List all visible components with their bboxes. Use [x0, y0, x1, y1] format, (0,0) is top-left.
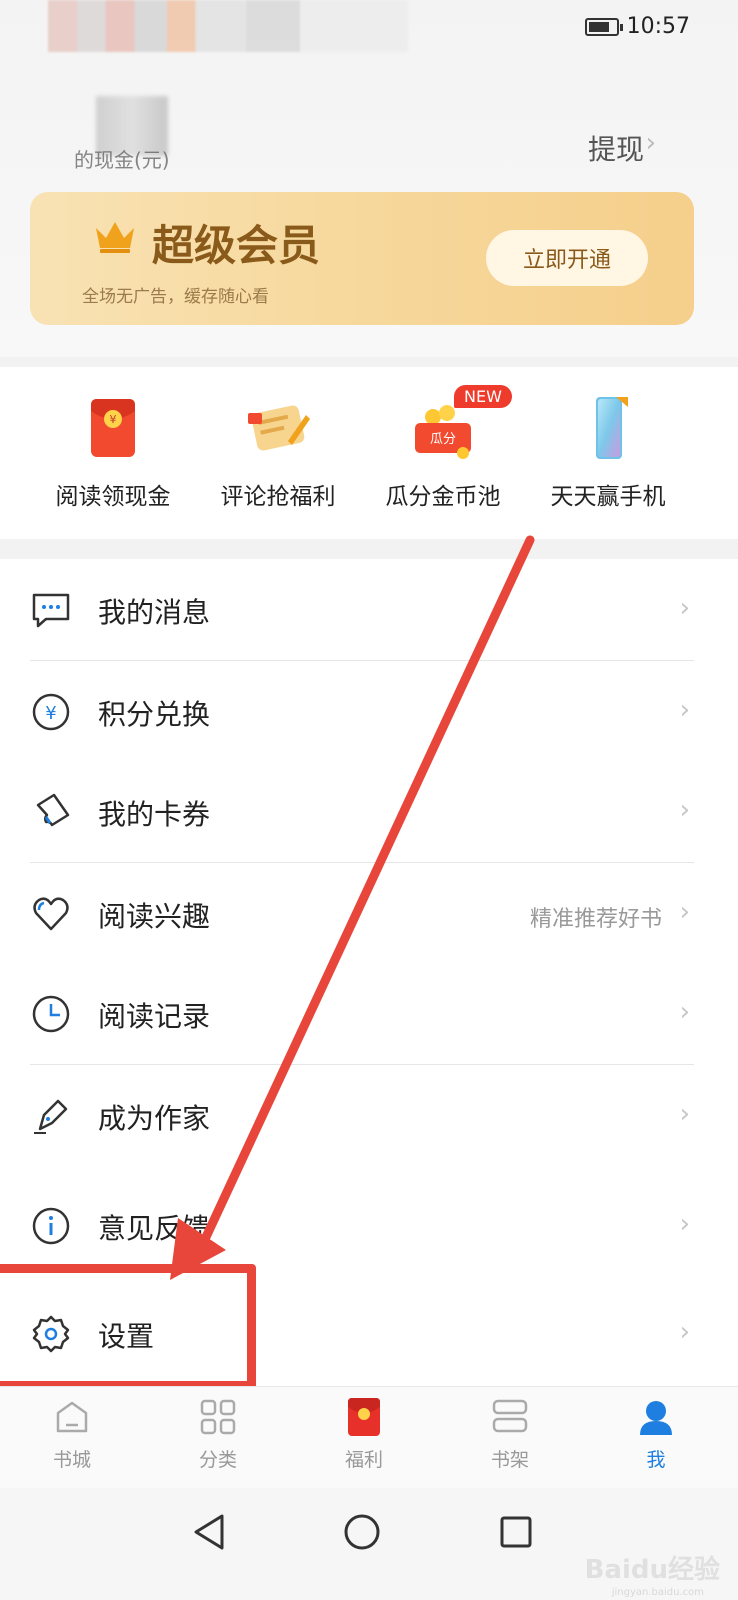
yuan-coin-icon: ¥ [32, 693, 70, 731]
status-bar: 10:57 [584, 14, 690, 39]
recent-apps-icon[interactable] [494, 1510, 538, 1554]
menu-label: 阅读记录 [98, 1000, 211, 1033]
profile-header: 10:57 的现金(元) 提现 › 超级会员 全场无广告，缓存随心看 立即开通 [0, 0, 738, 357]
chevron-right-icon: › [679, 997, 690, 1027]
annotation-highlight-box [0, 1264, 256, 1390]
bottom-tab-bar: 书城 分类 福利 书架 我 [0, 1386, 738, 1488]
activate-vip-button[interactable]: 立即开通 [486, 230, 648, 286]
tab-label: 书城 [52, 1449, 91, 1471]
promo-label: 评论抢福利 [220, 484, 336, 510]
vip-subtitle: 全场无广告，缓存随心看 [82, 287, 269, 307]
tab-label: 书架 [490, 1449, 529, 1471]
red-envelope-icon [348, 1398, 380, 1436]
tab-category[interactable]: 分类 [168, 1397, 268, 1472]
menu-item-coupons[interactable]: 我的卡券 › [0, 761, 738, 863]
heart-icon [33, 897, 69, 931]
chevron-right-icon: › [679, 795, 690, 825]
tab-label: 福利 [344, 1449, 383, 1471]
status-time: 10:57 [626, 14, 690, 39]
back-icon[interactable] [188, 1510, 232, 1554]
menu-label: 积分兑换 [98, 698, 211, 731]
promo-row: ¥ 阅读领现金 评论抢福利 瓜分 NEW 瓜分金币池 天天赢手机 [0, 367, 738, 539]
tab-welfare[interactable]: 福利 [314, 1397, 414, 1472]
tab-bookshelf[interactable]: 书架 [460, 1397, 560, 1472]
menu-label: 我的卡券 [98, 798, 211, 831]
system-nav-bar: Baidu经验 jingyan.baidu.com [0, 1488, 738, 1600]
chevron-right-icon: › [679, 897, 690, 927]
tab-label: 分类 [198, 1449, 237, 1471]
menu-item-interests[interactable]: 阅读兴趣 精准推荐好书 › [0, 863, 738, 965]
menu-item-points[interactable]: ¥ 积分兑换 › [0, 661, 738, 763]
menu-hint: 精准推荐好书 [529, 907, 662, 932]
menu-label: 阅读兴趣 [98, 900, 211, 933]
bookshelf-icon [492, 1399, 528, 1433]
blurred-username [48, 0, 408, 52]
chevron-right-icon: › [645, 128, 656, 158]
chevron-right-icon: › [679, 593, 690, 623]
comment-scroll-icon [248, 405, 310, 451]
coin-pool-inner-text: 瓜分 [430, 432, 456, 447]
watermark: Baidu经验 [584, 1555, 720, 1585]
chevron-right-icon: › [679, 695, 690, 725]
ticket-icon [36, 793, 70, 827]
message-icon [32, 593, 70, 628]
menu-label: 成为作家 [98, 1102, 211, 1135]
balance-label: 的现金(元) [74, 148, 170, 172]
clock-icon [32, 995, 70, 1033]
crown-icon [96, 222, 134, 253]
menu-label: 意见反馈 [98, 1212, 211, 1245]
tab-label: 我 [646, 1449, 666, 1471]
vip-title: 超级会员 [152, 221, 321, 270]
watermark-url: jingyan.baidu.com [611, 1587, 704, 1598]
tab-me[interactable]: 我 [606, 1397, 706, 1472]
svg-text:¥: ¥ [110, 413, 117, 426]
menu-item-messages[interactable]: 我的消息 › [0, 559, 738, 661]
new-badge: NEW [454, 385, 512, 408]
withdraw-link[interactable]: 提现 [588, 128, 644, 168]
promo-label: 瓜分金币池 [385, 484, 501, 510]
red-envelope-icon: ¥ [91, 399, 135, 457]
section-divider [0, 539, 738, 559]
pen-icon [34, 1099, 68, 1134]
phone-icon [596, 397, 628, 459]
menu-item-become-author[interactable]: 成为作家 › [0, 1065, 738, 1167]
user-icon [640, 1401, 672, 1435]
section-divider [0, 357, 738, 367]
battery-icon [584, 17, 623, 36]
chevron-right-icon: › [679, 1209, 690, 1239]
chevron-right-icon: › [679, 1317, 690, 1347]
svg-text:¥: ¥ [45, 703, 56, 724]
home-icon [56, 1401, 88, 1433]
menu-item-feedback[interactable]: 意见反馈 › [0, 1175, 738, 1277]
vip-banner[interactable]: 超级会员 全场无广告，缓存随心看 立即开通 [30, 192, 694, 325]
chevron-right-icon: › [679, 1099, 690, 1129]
menu-item-history[interactable]: 阅读记录 › [0, 963, 738, 1065]
home-button-icon[interactable] [340, 1510, 384, 1554]
info-icon [32, 1207, 70, 1245]
promo-label: 阅读领现金 [55, 484, 171, 510]
grid-icon [200, 1399, 236, 1435]
menu-label: 我的消息 [98, 596, 211, 629]
tab-bookstore[interactable]: 书城 [22, 1397, 122, 1472]
promo-label: 天天赢手机 [550, 484, 666, 510]
